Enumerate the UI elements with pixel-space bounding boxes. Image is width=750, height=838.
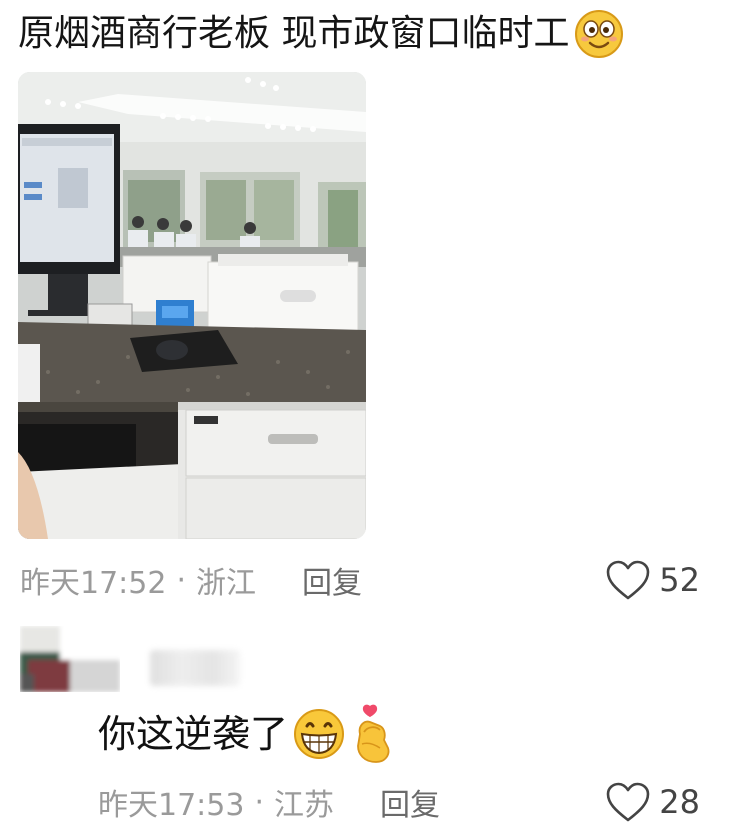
comment-like-count: 28 bbox=[659, 783, 700, 821]
smiling-face-emoji-icon bbox=[575, 10, 624, 58]
comment-text: 你这逆袭了 bbox=[98, 704, 396, 764]
post-location: 浙江 bbox=[196, 566, 257, 601]
meta-separator: · bbox=[254, 784, 265, 820]
comment-location: 江苏 bbox=[274, 788, 335, 823]
commenter-username-blurred[interactable] bbox=[150, 650, 240, 686]
post-time: 昨天17:52 bbox=[20, 566, 167, 601]
post-meta: 昨天17:52 · 浙江 回复 bbox=[20, 558, 362, 602]
finger-heart-emoji-icon bbox=[357, 704, 390, 763]
post-text: 原烟酒商行老板 现市政窗口临时工 bbox=[18, 8, 738, 60]
heart-icon bbox=[606, 560, 650, 600]
avatar-image bbox=[20, 626, 120, 692]
office-counter-photo bbox=[18, 72, 366, 539]
post-like-count: 52 bbox=[659, 561, 700, 599]
comment-time: 昨天17:53 bbox=[98, 788, 245, 823]
post-reply-button[interactable]: 回复 bbox=[302, 558, 362, 602]
post-text-content: 原烟酒商行老板 现市政窗口临时工 bbox=[18, 13, 570, 54]
meta-separator: · bbox=[176, 562, 187, 598]
commenter-avatar[interactable] bbox=[20, 626, 120, 692]
comment-like-button[interactable]: 28 bbox=[605, 780, 700, 824]
grinning-face-emoji-icon bbox=[294, 709, 345, 759]
post-like-button[interactable]: 52 bbox=[605, 558, 700, 602]
comment-reply-button[interactable]: 回复 bbox=[380, 780, 440, 824]
heart-icon bbox=[606, 782, 650, 822]
comment-text-content: 你这逆袭了 bbox=[98, 712, 289, 756]
post-photo[interactable]: 动图 bbox=[18, 72, 366, 539]
comment-meta: 昨天17:53 · 江苏 回复 bbox=[98, 780, 440, 824]
